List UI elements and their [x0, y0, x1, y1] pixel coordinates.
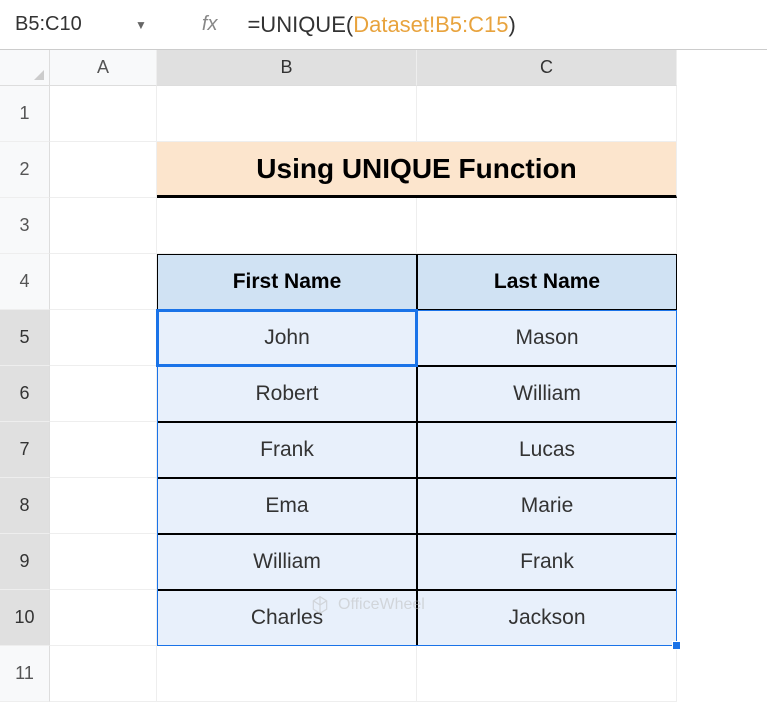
cell-a10[interactable] — [50, 590, 157, 646]
header-last-name[interactable]: Last Name — [417, 254, 677, 310]
row-header-4[interactable]: 4 — [0, 254, 50, 310]
row-header-7[interactable]: 7 — [0, 422, 50, 478]
cell-c5[interactable]: Mason — [417, 310, 677, 366]
formula-ref: Dataset!B5:C15 — [353, 12, 508, 37]
cell-b11[interactable] — [157, 646, 417, 702]
select-all-corner[interactable] — [0, 50, 50, 86]
col-header-c[interactable]: C — [417, 50, 677, 86]
cell-b1[interactable] — [157, 86, 417, 142]
formula-suffix: ) — [509, 12, 516, 37]
header-first-name[interactable]: First Name — [157, 254, 417, 310]
row-9: William Frank — [50, 534, 767, 590]
cell-a7[interactable] — [50, 422, 157, 478]
cell-a5[interactable] — [50, 310, 157, 366]
row-7: Frank Lucas — [50, 422, 767, 478]
row-4: First Name Last Name — [50, 254, 767, 310]
name-box[interactable]: B5:C10 — [0, 13, 135, 36]
row-header-8[interactable]: 8 — [0, 478, 50, 534]
cell-a6[interactable] — [50, 366, 157, 422]
formula-bar: B5:C10 ▼ fx =UNIQUE(Dataset!B5:C15) — [0, 0, 767, 50]
cell-b6[interactable]: Robert — [157, 366, 417, 422]
cell-b5[interactable]: John — [157, 310, 417, 366]
row-1 — [50, 86, 767, 142]
formula-prefix: =UNIQUE( — [247, 12, 353, 37]
cell-b3[interactable] — [157, 198, 417, 254]
col-header-a[interactable]: A — [50, 50, 157, 86]
cell-a1[interactable] — [50, 86, 157, 142]
cell-c3[interactable] — [417, 198, 677, 254]
cell-a2[interactable] — [50, 142, 157, 198]
row-header-5[interactable]: 5 — [0, 310, 50, 366]
row-2: Using UNIQUE Function — [50, 142, 767, 198]
cell-b8[interactable]: Ema — [157, 478, 417, 534]
formula-input[interactable]: =UNIQUE(Dataset!B5:C15) — [247, 12, 767, 38]
cell-c11[interactable] — [417, 646, 677, 702]
watermark-icon — [310, 595, 330, 615]
row-5: John Mason — [50, 310, 767, 366]
cell-c9[interactable]: Frank — [417, 534, 677, 590]
cell-b9[interactable]: William — [157, 534, 417, 590]
row-header-2[interactable]: 2 — [0, 142, 50, 198]
row-header-3[interactable]: 3 — [0, 198, 50, 254]
cell-a8[interactable] — [50, 478, 157, 534]
row-headers: 1 2 3 4 5 6 7 8 9 10 11 — [0, 50, 50, 702]
row-header-6[interactable]: 6 — [0, 366, 50, 422]
cell-a11[interactable] — [50, 646, 157, 702]
row-header-9[interactable]: 9 — [0, 534, 50, 590]
row-6: Robert William — [50, 366, 767, 422]
cell-c6[interactable]: William — [417, 366, 677, 422]
name-box-dropdown-icon[interactable]: ▼ — [135, 18, 172, 32]
cell-c1[interactable] — [417, 86, 677, 142]
row-3 — [50, 198, 767, 254]
row-header-11[interactable]: 11 — [0, 646, 50, 702]
col-header-b[interactable]: B — [157, 50, 417, 86]
cell-a9[interactable] — [50, 534, 157, 590]
cell-c10[interactable]: Jackson — [417, 590, 677, 646]
row-header-10[interactable]: 10 — [0, 590, 50, 646]
cell-a3[interactable] — [50, 198, 157, 254]
cell-c7[interactable]: Lucas — [417, 422, 677, 478]
fx-label: fx — [172, 13, 248, 36]
watermark: OfficeWheel — [310, 595, 425, 615]
watermark-text: OfficeWheel — [338, 596, 425, 614]
row-11 — [50, 646, 767, 702]
cell-c8[interactable]: Marie — [417, 478, 677, 534]
row-8: Ema Marie — [50, 478, 767, 534]
title-cell[interactable]: Using UNIQUE Function — [157, 142, 677, 198]
row-header-1[interactable]: 1 — [0, 86, 50, 142]
cell-b7[interactable]: Frank — [157, 422, 417, 478]
col-headers: A B C — [50, 50, 767, 86]
cell-a4[interactable] — [50, 254, 157, 310]
